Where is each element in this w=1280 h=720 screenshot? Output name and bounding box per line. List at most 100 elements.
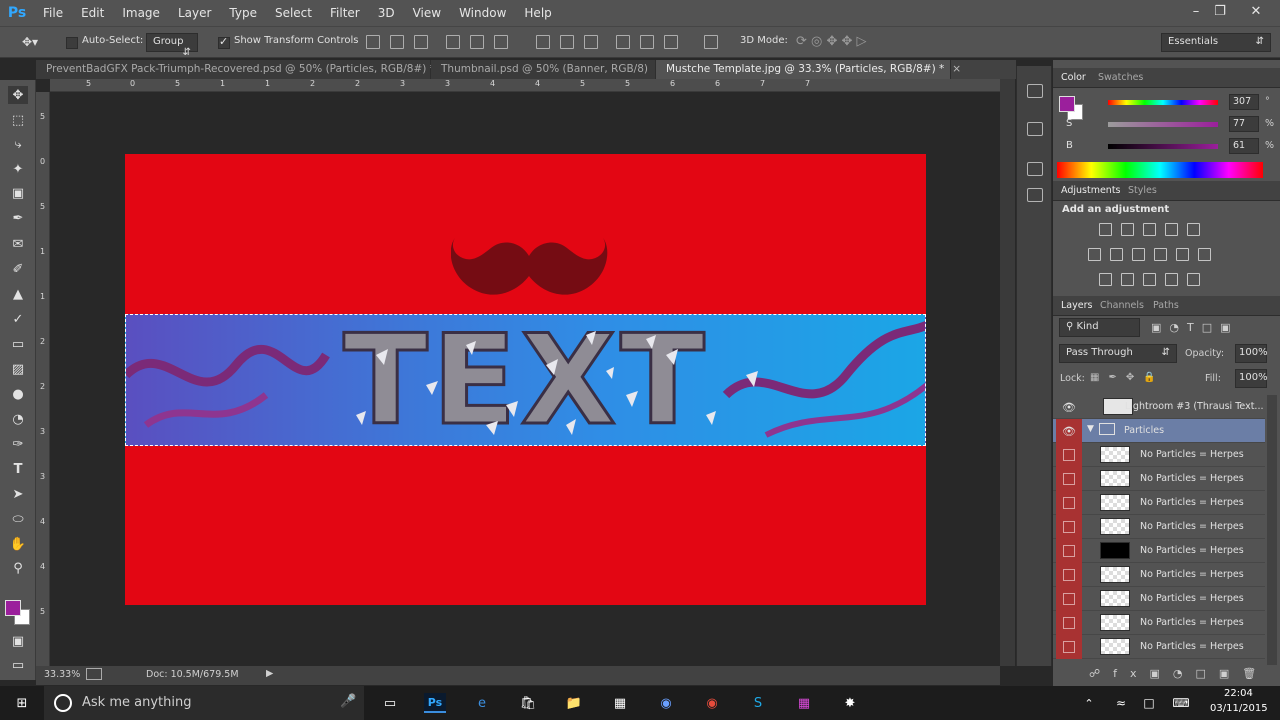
- hue-slider[interactable]: [1108, 100, 1218, 105]
- restore-icon[interactable]: ❐: [1204, 0, 1236, 22]
- banner-layer[interactable]: TEXT: [125, 314, 926, 446]
- visibility-toggle[interactable]: [1056, 539, 1082, 563]
- layer-row[interactable]: No Particles = Herpes: [1053, 491, 1265, 515]
- gradient-tool-icon[interactable]: ▨: [8, 360, 28, 378]
- menu-type[interactable]: Type: [220, 0, 266, 26]
- align-bottom-icon[interactable]: [414, 35, 428, 49]
- distribute-bottom-icon[interactable]: [584, 35, 598, 49]
- bw-adjust-icon[interactable]: [1132, 248, 1145, 261]
- screen-mode-icon[interactable]: ▭: [8, 656, 28, 674]
- tab-adjustments[interactable]: Adjustments: [1061, 185, 1121, 196]
- menu-3d[interactable]: 3D: [369, 0, 404, 26]
- hand-tool-icon[interactable]: ✋: [8, 535, 28, 553]
- align-right-icon[interactable]: [494, 35, 508, 49]
- align-vcenter-icon[interactable]: [390, 35, 404, 49]
- fill-field[interactable]: 100%: [1235, 369, 1268, 388]
- layer-group-row[interactable]: 👁 ▼ Particles: [1053, 419, 1265, 443]
- wifi-icon[interactable]: ≈: [1110, 693, 1132, 713]
- auto-align-icon[interactable]: [704, 35, 718, 49]
- pen-tool-icon[interactable]: ✑: [8, 435, 28, 453]
- workspace-dropdown[interactable]: Essentials ⇵: [1161, 33, 1271, 52]
- visibility-toggle[interactable]: [1056, 515, 1082, 539]
- microphone-icon[interactable]: 🎤: [340, 694, 356, 709]
- photo-filter-adjust-icon[interactable]: [1154, 248, 1167, 261]
- layer-row[interactable]: No Particles = Herpes: [1053, 563, 1265, 587]
- distribute-top-icon[interactable]: [536, 35, 550, 49]
- path-select-icon[interactable]: ➤: [8, 485, 28, 503]
- windows-start-icon[interactable]: ⊞: [11, 693, 33, 713]
- type-tool-icon[interactable]: T: [8, 460, 28, 478]
- edge-icon[interactable]: e: [471, 693, 493, 713]
- task-view-icon[interactable]: ▭: [379, 693, 401, 713]
- menu-select[interactable]: Select: [266, 0, 321, 26]
- cinema4d-icon[interactable]: ◉: [655, 693, 677, 713]
- threshold-adjust-icon[interactable]: [1143, 273, 1156, 286]
- hue-value[interactable]: 307: [1229, 94, 1259, 110]
- brightness-slider[interactable]: [1108, 144, 1218, 149]
- file-explorer-icon[interactable]: 📁: [563, 693, 585, 713]
- ellipse-tool-icon[interactable]: ⬭: [8, 510, 28, 528]
- tool-presets-icon[interactable]: [1027, 188, 1043, 202]
- distribute-hcenter-icon[interactable]: [640, 35, 654, 49]
- cortana-search-box[interactable]: Ask me anything 🎤: [44, 686, 364, 720]
- stamp-tool-icon[interactable]: ▲: [8, 285, 28, 303]
- invert-adjust-icon[interactable]: [1099, 273, 1112, 286]
- brightness-adjust-icon[interactable]: [1099, 223, 1112, 236]
- selective-color-adjust-icon[interactable]: [1165, 273, 1178, 286]
- levels-adjust-icon[interactable]: [1121, 223, 1134, 236]
- visibility-toggle[interactable]: [1056, 467, 1082, 491]
- color-lookup-adjust-icon[interactable]: [1198, 248, 1211, 261]
- eraser-tool-icon[interactable]: ▭: [8, 335, 28, 353]
- layer-row[interactable]: No Particles = Herpes: [1053, 467, 1265, 491]
- layer-filter-dropdown[interactable]: ⚲ Kind: [1059, 318, 1140, 337]
- tab-layers[interactable]: Layers: [1061, 300, 1092, 311]
- tab-color[interactable]: Color: [1061, 72, 1086, 83]
- tab-preventbadgfx[interactable]: PreventBadGFX Pack-Triumph-Recovered.psd…: [36, 60, 452, 79]
- lock-icons[interactable]: ▦✒✥🔒: [1090, 372, 1165, 383]
- visibility-toggle[interactable]: [1056, 611, 1082, 635]
- lasso-tool-icon[interactable]: ⤷: [8, 135, 28, 153]
- status-arrow-icon[interactable]: ▶: [266, 668, 273, 679]
- eye-icon[interactable]: 👁: [1056, 395, 1082, 419]
- close-tab-icon[interactable]: ×: [952, 63, 961, 75]
- visibility-toggle[interactable]: [1056, 587, 1082, 611]
- color-balance-adjust-icon[interactable]: [1110, 248, 1123, 261]
- history-panel-icon[interactable]: [1027, 84, 1043, 98]
- group-expand-icon[interactable]: ▼: [1087, 424, 1094, 434]
- zoom-tool-icon[interactable]: ⚲: [8, 559, 28, 577]
- foreground-color-swatch[interactable]: [5, 600, 21, 616]
- layers-scrollbar[interactable]: [1267, 395, 1277, 665]
- opacity-field[interactable]: 100%: [1235, 344, 1268, 363]
- tray-chevron-icon[interactable]: ⌃: [1078, 693, 1100, 713]
- quick-mask-icon[interactable]: ▣: [8, 632, 28, 650]
- color-foreground-swatch[interactable]: [1059, 96, 1075, 112]
- media-icon[interactable]: ▦: [609, 693, 631, 713]
- layer-row[interactable]: 👁 Lightroom #3 (Thrausi Text...: [1053, 395, 1265, 419]
- blur-tool-icon[interactable]: ●: [8, 385, 28, 403]
- tab-channels[interactable]: Channels: [1100, 300, 1144, 311]
- layer-row[interactable]: No Particles = Herpes: [1053, 587, 1265, 611]
- distribute-left-icon[interactable]: [616, 35, 630, 49]
- visibility-toggle[interactable]: [1056, 491, 1082, 515]
- distribute-vcenter-icon[interactable]: [560, 35, 574, 49]
- menu-layer[interactable]: Layer: [169, 0, 220, 26]
- exposure-adjust-icon[interactable]: [1165, 223, 1178, 236]
- menu-window[interactable]: Window: [450, 0, 515, 26]
- tab-styles[interactable]: Styles: [1128, 185, 1157, 196]
- curves-adjust-icon[interactable]: [1143, 223, 1156, 236]
- notification-icon[interactable]: □: [1138, 693, 1160, 713]
- tab-swatches[interactable]: Swatches: [1098, 72, 1143, 83]
- marquee-tool-icon[interactable]: ⬚: [8, 111, 28, 129]
- status-options-icon[interactable]: [86, 668, 102, 680]
- brightness-value[interactable]: 61: [1229, 138, 1259, 154]
- 3d-tools-icons[interactable]: ⟳ ◎ ✥ ✥ ▷: [796, 34, 867, 49]
- layer-row[interactable]: No Particles = Herpes: [1053, 443, 1265, 467]
- layer-action-icons[interactable]: ☍fx▣◔□▣🗑: [1089, 667, 1269, 680]
- gradient-map-adjust-icon[interactable]: [1187, 273, 1200, 286]
- align-top-icon[interactable]: [366, 35, 380, 49]
- eye-icon[interactable]: 👁: [1056, 419, 1082, 443]
- saturation-slider[interactable]: [1108, 122, 1218, 127]
- history-brush-icon[interactable]: ✓: [8, 310, 28, 328]
- menu-help[interactable]: Help: [515, 0, 560, 26]
- layer-filter-icons[interactable]: ▣◔T□▣: [1151, 321, 1239, 334]
